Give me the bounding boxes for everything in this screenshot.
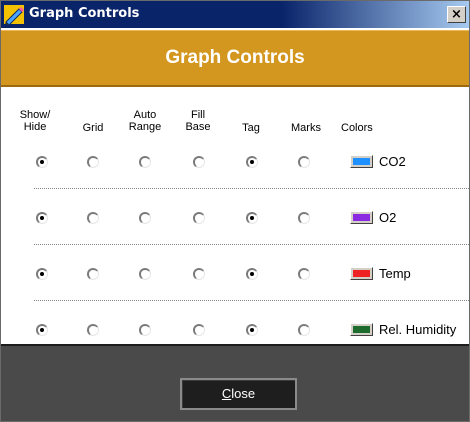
- color-swatch-fill: [353, 270, 370, 277]
- grid-radio[interactable]: [87, 268, 99, 280]
- column-header-grid: Grid: [82, 122, 104, 134]
- fill-base-radio[interactable]: [193, 268, 205, 280]
- pencil-graph-icon: [4, 5, 24, 25]
- row-separator: [34, 300, 469, 301]
- marks-radio[interactable]: [298, 212, 310, 224]
- fill-base-radio[interactable]: [193, 212, 205, 224]
- color-swatch-fill: [353, 326, 370, 333]
- marks-radio[interactable]: [298, 324, 310, 336]
- series-label: Temp: [379, 266, 411, 281]
- column-header-tag: Tag: [242, 122, 260, 134]
- column-header-auto-range: Auto Range: [128, 109, 162, 133]
- close-button-mnemonic: C: [221, 386, 232, 401]
- auto-range-radio[interactable]: [139, 212, 151, 224]
- color-swatch-fill: [353, 214, 370, 221]
- grid-radio[interactable]: [87, 324, 99, 336]
- close-icon[interactable]: ×: [447, 6, 466, 23]
- series-label: Rel. Humidity: [379, 322, 457, 337]
- title-bar[interactable]: Graph Controls ×: [1, 1, 469, 28]
- tag-radio[interactable]: [246, 212, 258, 224]
- header-banner: Graph Controls: [1, 30, 469, 87]
- marks-radio[interactable]: [298, 268, 310, 280]
- auto-range-radio[interactable]: [139, 156, 151, 168]
- footer-bar: Close: [1, 344, 469, 421]
- color-swatch-fill: [353, 158, 370, 165]
- column-header-colors: Colors: [341, 122, 373, 134]
- show-hide-radio[interactable]: [36, 212, 48, 224]
- window-title: Graph Controls: [29, 6, 140, 21]
- color-swatch-button[interactable]: [350, 267, 373, 280]
- color-swatch-button[interactable]: [350, 323, 373, 336]
- column-header-show-hide: Show/ Hide: [19, 109, 51, 133]
- grid-radio[interactable]: [87, 156, 99, 168]
- show-hide-radio[interactable]: [36, 268, 48, 280]
- graph-controls-window: Graph Controls × Graph Controls Show/ Hi…: [0, 0, 470, 422]
- fill-base-radio[interactable]: [193, 156, 205, 168]
- controls-panel: Show/ Hide Grid Auto Range Fill Base Tag…: [1, 87, 469, 343]
- tag-radio[interactable]: [246, 268, 258, 280]
- auto-range-radio[interactable]: [139, 268, 151, 280]
- color-swatch-button[interactable]: [350, 211, 373, 224]
- close-button-label: lose: [231, 386, 256, 401]
- page-title: Graph Controls: [165, 47, 305, 68]
- row-separator: [34, 244, 469, 245]
- grid-radio[interactable]: [87, 212, 99, 224]
- tag-radio[interactable]: [246, 324, 258, 336]
- show-hide-radio[interactable]: [36, 324, 48, 336]
- tag-radio[interactable]: [246, 156, 258, 168]
- fill-base-radio[interactable]: [193, 324, 205, 336]
- show-hide-radio[interactable]: [36, 156, 48, 168]
- auto-range-radio[interactable]: [139, 324, 151, 336]
- column-header-marks: Marks: [291, 122, 321, 134]
- color-swatch-button[interactable]: [350, 155, 373, 168]
- series-label: O2: [379, 210, 397, 225]
- close-button[interactable]: Close: [180, 378, 297, 410]
- series-label: CO2: [379, 154, 406, 169]
- column-header-fill-base: Fill Base: [185, 109, 211, 133]
- row-separator: [34, 188, 469, 189]
- marks-radio[interactable]: [298, 156, 310, 168]
